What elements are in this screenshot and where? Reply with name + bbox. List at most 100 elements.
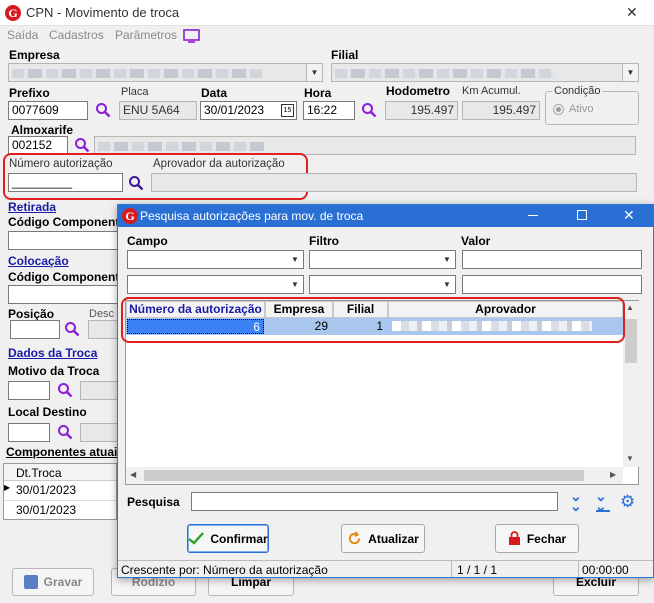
refresh-icon	[349, 531, 361, 545]
check-icon	[188, 532, 205, 545]
lock-icon	[508, 531, 520, 545]
status-order: Crescente por: Número da autorização	[121, 563, 328, 577]
chevron-down-icon: ▼	[287, 276, 303, 293]
fechar-button[interactable]: Fechar	[495, 524, 579, 553]
codigo-componente2-input[interactable]	[8, 285, 118, 304]
gear-icon[interactable]: ⚙	[620, 492, 635, 512]
app-logo-icon: G	[5, 5, 21, 21]
km-acumul-field: 195.497	[462, 101, 540, 120]
gravar-button[interactable]: Gravar	[12, 568, 94, 596]
valor-label: Valor	[461, 234, 491, 248]
minimize-icon[interactable]	[528, 215, 538, 216]
hora-label: Hora	[304, 86, 332, 100]
close-window-button[interactable]: ✕	[626, 4, 638, 21]
numero-autorizacao-label: Número autorização	[9, 158, 113, 170]
valor-input-1[interactable]	[462, 250, 642, 269]
search-icon[interactable]	[95, 102, 111, 118]
chevron-to-bottom-icon[interactable]: ⌄ ⌄	[595, 489, 607, 513]
prefixo-input[interactable]: 0077609	[8, 101, 88, 120]
scrollbar-thumb[interactable]	[625, 319, 637, 363]
chevron-down-icon: ▼	[622, 64, 638, 81]
componentes-grid-header: Dt.Troca	[4, 464, 116, 481]
search-icon[interactable]	[64, 321, 80, 337]
valor-input-2[interactable]	[462, 275, 642, 294]
local-destino-label: Local Destino	[8, 405, 87, 419]
search-icon[interactable]	[74, 137, 90, 153]
monitor-icon[interactable]	[183, 29, 200, 43]
window-title: CPN - Movimento de troca	[26, 5, 180, 20]
chevron-down-icon: ▼	[306, 64, 322, 81]
placa-label: Placa	[121, 86, 149, 98]
close-icon[interactable]: ✕	[623, 207, 635, 224]
ativo-label: Ativo	[569, 103, 594, 115]
calendar-icon[interactable]: 15	[281, 104, 294, 117]
filtro-label: Filtro	[309, 234, 339, 248]
posicao-input[interactable]	[10, 320, 60, 339]
scroll-up-icon[interactable]: ▲	[626, 303, 634, 312]
horizontal-scrollbar[interactable]: ◀ ▶	[126, 467, 623, 484]
pesquisa-dialog: G Pesquisa autorizações para mov. de tro…	[117, 204, 654, 578]
hodometro-field: 195.497	[385, 101, 458, 120]
dt-troca-header: Dt.Troca	[16, 466, 62, 480]
dialog-title-bar: G Pesquisa autorizações para mov. de tro…	[118, 205, 653, 227]
componentes-atuais-label: Componentes atuai	[6, 445, 118, 459]
hscroll-thumb[interactable]	[144, 470, 584, 481]
codigo-componente2-label: Código Component	[8, 270, 120, 284]
data-value: 30/01/2023	[204, 103, 265, 117]
data-label: Data	[201, 86, 228, 100]
almoxarife-label: Almoxarife	[11, 123, 74, 137]
menu-cadastros[interactable]: Cadastros	[49, 28, 104, 42]
data-input[interactable]: 30/01/2023 15	[200, 101, 297, 120]
scroll-right-icon[interactable]: ▶	[610, 470, 616, 479]
maximize-icon[interactable]	[577, 210, 587, 220]
confirmar-button[interactable]: Confirmar	[187, 524, 269, 553]
chevron-down-icon: ▼	[287, 251, 303, 268]
prefixo-label: Prefixo	[9, 86, 50, 100]
search-icon[interactable]	[57, 424, 73, 440]
motivo-troca-label: Motivo da Troca	[8, 364, 100, 378]
retirada-label: Retirada	[8, 200, 57, 214]
colocacao-label: Colocação	[8, 254, 69, 268]
empresa-select[interactable]: ▼	[8, 63, 323, 82]
app-logo-icon: G	[122, 208, 138, 224]
menu-bar: Saída Cadastros Parâmetros	[0, 26, 654, 46]
local-destino-input[interactable]	[8, 423, 50, 442]
bottom-bar-icon	[596, 510, 610, 512]
search-icon[interactable]	[361, 102, 377, 118]
menu-saida[interactable]: Saída	[7, 28, 38, 42]
double-chevron-down-icon[interactable]: ⌄ ⌄	[570, 489, 582, 513]
table-row[interactable]: 30/01/2023	[16, 503, 76, 517]
vertical-scrollbar[interactable]: ▲ ▼	[623, 301, 639, 467]
campo-label: Campo	[127, 234, 168, 248]
scroll-left-icon[interactable]: ◀	[130, 470, 136, 479]
row-pointer-icon: ▶	[4, 483, 11, 492]
pesquisa-input[interactable]	[191, 492, 558, 511]
filtro-select-1[interactable]: ▼	[309, 250, 456, 269]
menu-parametros[interactable]: Parâmetros	[115, 28, 177, 42]
campo-select-1[interactable]: ▼	[127, 250, 304, 269]
posicao-label: Posição	[8, 307, 55, 321]
aprovador-field	[151, 173, 637, 192]
filial-select[interactable]: ▼	[331, 63, 639, 82]
search-icon[interactable]	[57, 382, 73, 398]
filtro-select-2[interactable]: ▼	[309, 275, 456, 294]
chevron-down-icon: ▼	[439, 251, 455, 268]
numero-autorizacao-input[interactable]: _________	[8, 173, 123, 192]
condicao-label: Condição	[552, 85, 603, 97]
codigo-componente-input[interactable]	[8, 231, 118, 250]
table-row[interactable]: 30/01/2023	[16, 483, 76, 497]
aprovador-label: Aprovador da autorização	[153, 158, 285, 170]
save-icon	[23, 575, 38, 589]
ativo-radio[interactable]	[553, 104, 564, 115]
search-icon[interactable]	[128, 175, 144, 191]
status-pages: 1 / 1 / 1	[457, 563, 498, 577]
motivo-troca-input[interactable]	[8, 381, 50, 400]
campo-select-2[interactable]: ▼	[127, 275, 304, 294]
placa-field: ENU 5A64	[119, 101, 197, 120]
atualizar-button[interactable]: Atualizar	[341, 524, 425, 553]
status-time: 00:00:00	[582, 563, 629, 577]
scroll-down-icon[interactable]: ▼	[626, 454, 634, 463]
hora-input[interactable]: 16:22	[303, 101, 355, 120]
filial-label: Filial	[331, 48, 359, 62]
descricao-field	[88, 320, 118, 339]
